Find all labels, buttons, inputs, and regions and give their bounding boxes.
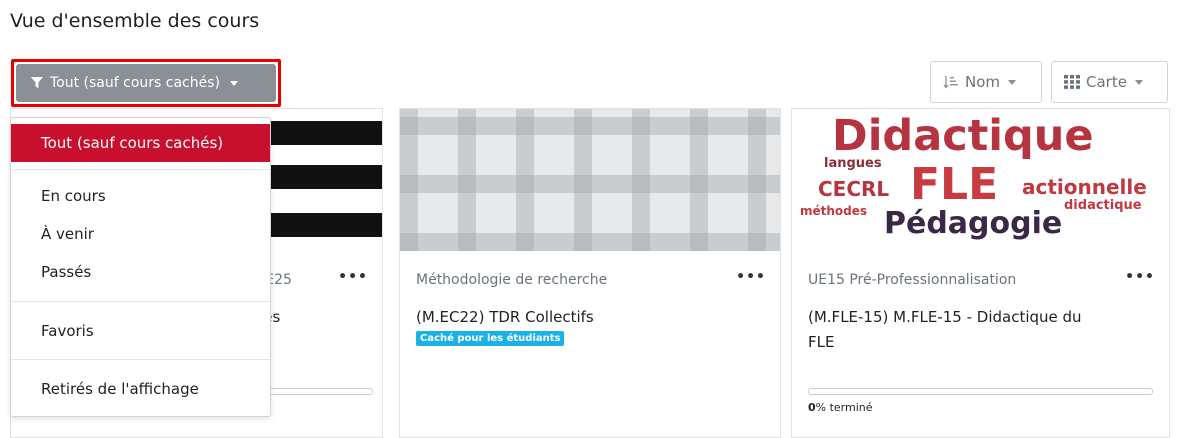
- menu-item-label: Tout (sauf cours cachés): [41, 134, 224, 152]
- menu-item-label: En cours: [41, 187, 106, 205]
- wordcloud-image: Didactique langues CECRL FLE actionnelle…: [792, 109, 1169, 251]
- menu-item-label: Passés: [41, 263, 92, 281]
- sort-button-label: Nom: [965, 73, 1001, 91]
- sort-dropdown-button[interactable]: Nom: [930, 61, 1042, 103]
- course-name-link[interactable]: (M.FLE-15) M.FLE-15 - Didactique du FLE: [808, 305, 1082, 355]
- menu-divider: [11, 301, 270, 302]
- course-name-link[interactable]: (M.EC22) TDR Collectifs: [416, 305, 594, 330]
- chevron-down-icon: [1134, 79, 1143, 85]
- wordcloud-word: didactique: [1064, 198, 1142, 213]
- menu-item-removed-from-view[interactable]: Retirés de l'affichage: [11, 371, 270, 407]
- menu-divider: [11, 169, 270, 170]
- course-name-line: (M.FLE-15) M.FLE-15 - Didactique du: [808, 308, 1082, 326]
- filter-icon: [31, 77, 43, 88]
- page-title: Vue d'ensemble des cours: [10, 10, 260, 32]
- course-actions-menu-button[interactable]: •••: [1125, 269, 1155, 285]
- menu-item-label: Retirés de l'affichage: [41, 380, 199, 398]
- filter-dropdown-menu: Tout (sauf cours cachés) En cours À veni…: [10, 117, 271, 417]
- filter-dropdown-button[interactable]: Tout (sauf cours cachés): [16, 64, 276, 102]
- chevron-down-icon: [230, 80, 238, 86]
- chevron-down-icon: [1008, 79, 1017, 85]
- sort-icon: [943, 74, 959, 90]
- menu-item-label: Favoris: [41, 322, 94, 340]
- wordcloud-word: Didactique: [832, 111, 1094, 161]
- progress-value: 0: [808, 401, 816, 414]
- wordcloud-word: CECRL: [818, 177, 890, 201]
- course-actions-menu-button[interactable]: •••: [338, 269, 368, 285]
- menu-item-favorites[interactable]: Favoris: [11, 313, 270, 349]
- course-card[interactable]: Méthodologie de recherche ••• (M.EC22) T…: [399, 108, 781, 438]
- course-name-line: FLE: [808, 332, 835, 351]
- menu-item-all-except-hidden[interactable]: Tout (sauf cours cachés): [11, 124, 270, 162]
- wordcloud-word: actionnelle: [1022, 175, 1147, 199]
- progress-text: 0% terminé: [808, 401, 873, 414]
- menu-divider: [11, 359, 270, 360]
- menu-item-upcoming[interactable]: À venir: [11, 216, 270, 252]
- wordcloud-word: méthodes: [800, 204, 868, 218]
- course-actions-menu-button[interactable]: •••: [736, 269, 766, 285]
- wordcloud-word: langues: [824, 156, 882, 171]
- grid-icon: [1064, 75, 1080, 89]
- course-progress-bar: [808, 388, 1153, 395]
- wordcloud-word: Pédagogie: [884, 206, 1063, 241]
- course-image[interactable]: Didactique langues CECRL FLE actionnelle…: [792, 109, 1169, 251]
- wordcloud-word: FLE: [910, 159, 999, 210]
- course-card[interactable]: Didactique langues CECRL FLE actionnelle…: [791, 108, 1170, 438]
- view-button-label: Carte: [1086, 73, 1127, 91]
- filter-button-label: Tout (sauf cours cachés): [50, 75, 220, 91]
- menu-item-in-progress[interactable]: En cours: [11, 178, 270, 214]
- progress-suffix: % terminé: [815, 401, 873, 414]
- menu-item-past[interactable]: Passés: [11, 254, 270, 290]
- menu-item-label: À venir: [41, 225, 94, 243]
- hidden-for-students-badge: Caché pour les étudiants: [416, 331, 565, 346]
- course-image[interactable]: [400, 109, 780, 251]
- course-category: UE15 Pré-Professionnalisation: [808, 272, 1017, 288]
- view-dropdown-button[interactable]: Carte: [1051, 61, 1168, 103]
- course-category: Méthodologie de recherche: [416, 272, 608, 288]
